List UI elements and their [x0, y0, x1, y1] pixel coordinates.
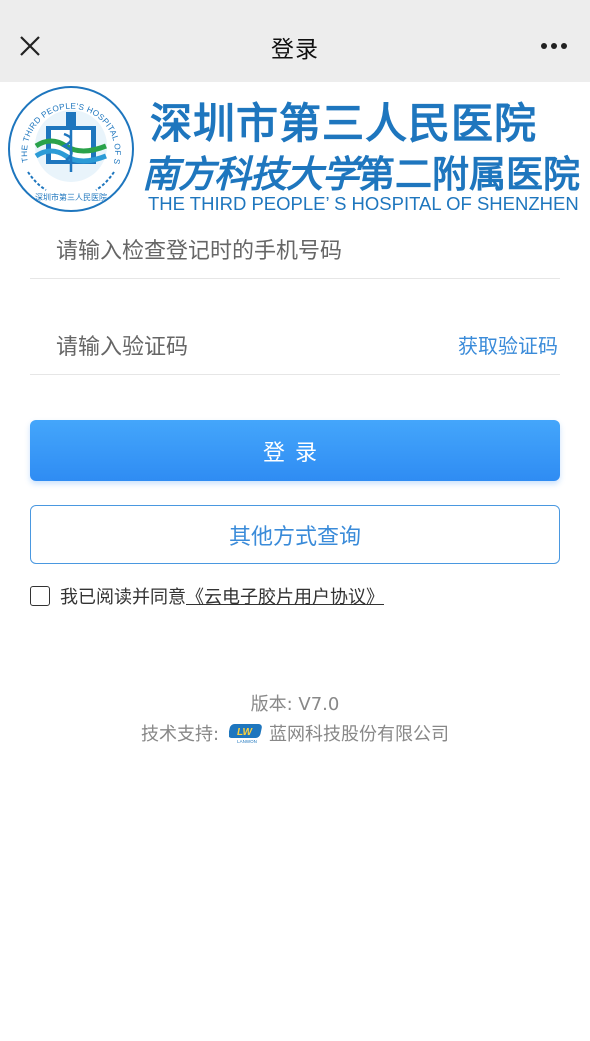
- code-field: 获取验证码: [30, 318, 560, 376]
- university-name-script: 南方科技大学: [142, 152, 359, 196]
- other-query-button[interactable]: 其他方式查询: [30, 505, 560, 564]
- tech-support: 技术支持: LW LANWON 蓝网科技股份有限公司: [0, 720, 590, 746]
- page-title: 登录: [271, 37, 319, 63]
- phone-field: [30, 222, 560, 280]
- more-button[interactable]: [532, 26, 576, 66]
- university-suffix: 第二附属医院: [358, 153, 580, 196]
- verification-code-input[interactable]: [54, 318, 438, 376]
- lanwon-logo-icon: LW LANWON: [229, 724, 262, 744]
- version-label: 版本: V7.0: [250, 694, 340, 715]
- support-company: 蓝网科技股份有限公司: [269, 724, 450, 745]
- hospital-banner: THE THIRD PEOPLE'S HOSPITAL OF SHENZHEN …: [0, 82, 590, 217]
- login-button[interactable]: 登录: [30, 420, 560, 481]
- agree-checkbox[interactable]: [30, 586, 50, 606]
- agreement-link[interactable]: 《云电子胶片用户协议》: [186, 583, 384, 609]
- get-code-button[interactable]: 获取验证码: [458, 330, 558, 359]
- support-label: 技术支持:: [140, 724, 220, 745]
- hospital-name-en: THE THIRD PEOPLE’ S HOSPITAL OF SHENZHEN: [148, 193, 579, 214]
- title-bar: 登录: [0, 0, 590, 82]
- svg-text:LW: LW: [237, 727, 254, 738]
- phone-input[interactable]: [54, 222, 438, 280]
- more-icon: [541, 43, 567, 49]
- agreement-row: 我已阅读并同意 《云电子胶片用户协议》: [30, 584, 384, 608]
- svg-text:深圳市第三人民医院: 深圳市第三人民医院: [35, 192, 107, 202]
- agree-text: 我已阅读并同意: [60, 587, 186, 608]
- hospital-name-cn: 深圳市第三人民医院: [150, 99, 538, 148]
- svg-text:LANWON: LANWON: [237, 739, 257, 744]
- hospital-seal-logo: THE THIRD PEOPLE'S HOSPITAL OF SHENZHEN …: [6, 84, 134, 212]
- university-name: 南方科技大学第二附属医院: [142, 144, 580, 198]
